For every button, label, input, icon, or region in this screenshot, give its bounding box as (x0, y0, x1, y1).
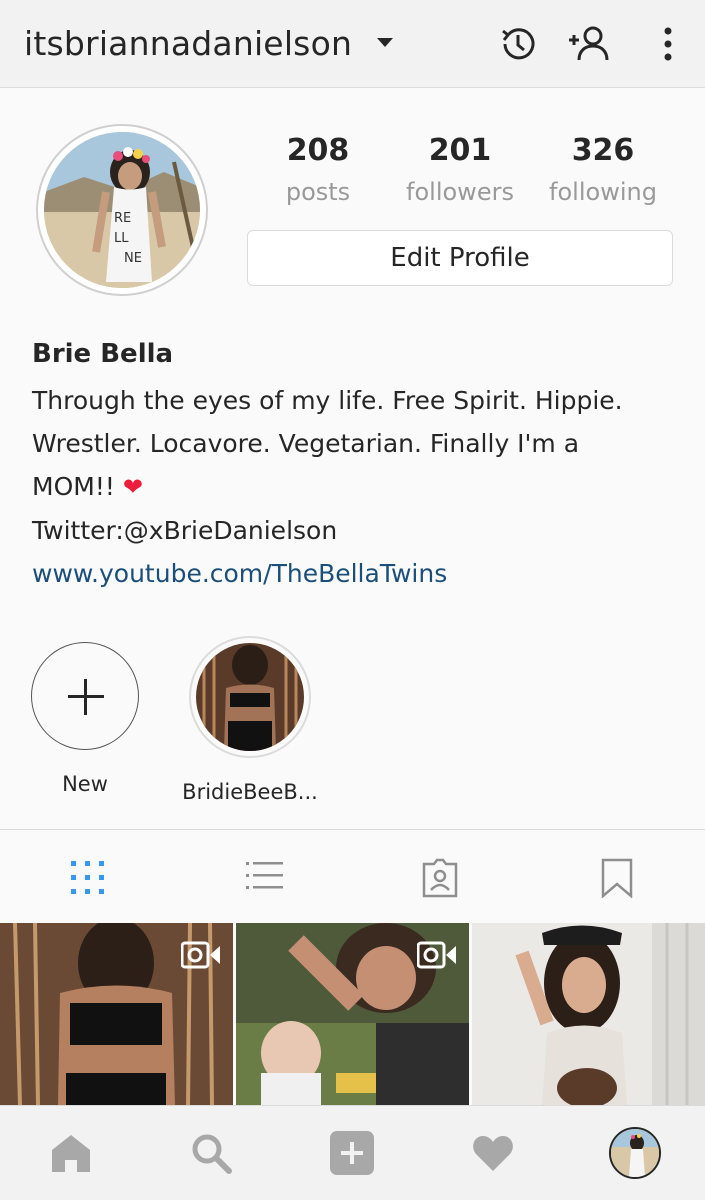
grid-photo[interactable] (236, 923, 469, 1105)
profile-name: Brie Bella (32, 339, 174, 369)
highlight-ring[interactable] (189, 636, 311, 758)
add-icon[interactable] (329, 1130, 375, 1176)
grid-photo[interactable] (0, 923, 233, 1105)
posts-label: posts (285, 178, 351, 206)
highlight-label: New (62, 772, 108, 796)
grid-photo[interactable] (472, 923, 705, 1105)
edit-profile-button[interactable]: Edit Profile (247, 230, 673, 286)
bookmark-icon[interactable] (597, 858, 637, 898)
following-count: 326 (571, 133, 635, 168)
heart-emoji: ❤ (122, 473, 143, 501)
grid-icon[interactable] (68, 858, 108, 898)
highlight-image (196, 643, 304, 751)
add-highlight-circle[interactable] (31, 642, 139, 750)
photo-image (472, 923, 705, 1105)
avatar-image: RE LL NE (44, 132, 200, 288)
followers-count: 201 (428, 133, 492, 168)
profile-avatar[interactable]: RE LL NE (36, 124, 208, 296)
username-title[interactable]: itsbriannadanielson (24, 24, 352, 63)
svg-text:LL: LL (114, 231, 129, 246)
highlight-new[interactable]: New (20, 642, 150, 796)
posts-stat[interactable]: 208 posts (248, 133, 388, 206)
heart-icon[interactable] (470, 1130, 516, 1176)
search-icon[interactable] (188, 1130, 234, 1176)
profile-tabs (0, 829, 705, 923)
video-icon (417, 941, 456, 969)
highlight-label: BridieBeeB... (182, 780, 318, 804)
more-icon[interactable] (648, 22, 692, 66)
home-icon[interactable] (48, 1130, 94, 1176)
following-label: following (549, 178, 657, 206)
profile-avatar[interactable] (609, 1127, 661, 1179)
video-icon (181, 941, 220, 969)
followers-label: followers (406, 178, 514, 206)
following-stat[interactable]: 326 following (533, 133, 673, 206)
bottom-nav (0, 1105, 705, 1200)
profile-section: RE LL NE 208 posts 201 followers 326 fol… (0, 89, 705, 829)
bio-line: Through the eyes of my life. Free Spirit… (32, 386, 623, 415)
history-icon[interactable] (496, 22, 540, 66)
avatar-image (611, 1129, 659, 1177)
bio-line: MOM!! (32, 472, 115, 501)
plus-icon (84, 679, 87, 715)
followers-stat[interactable]: 201 followers (390, 133, 530, 206)
svg-text:RE: RE (114, 211, 131, 226)
bio-line: Wrestler. Locavore. Vegetarian. Finally … (32, 429, 580, 458)
tagged-icon[interactable] (420, 858, 460, 898)
add-user-icon[interactable] (567, 22, 611, 66)
profile-bio: Through the eyes of my life. Free Spirit… (32, 379, 682, 595)
chevron-down-icon[interactable] (377, 38, 393, 47)
photo-grid (0, 923, 705, 1105)
highlight-bridiebee[interactable]: BridieBeeB... (180, 636, 320, 804)
bio-website-link[interactable]: www.youtube.com/TheBellaTwins (32, 552, 682, 595)
list-icon[interactable] (244, 858, 284, 898)
bio-twitter: Twitter:@xBrieDanielson (32, 516, 338, 545)
bio-line-with-heart: MOM!! ❤ (32, 465, 682, 509)
top-bar: itsbriannadanielson (0, 0, 705, 88)
posts-count: 208 (286, 133, 350, 168)
svg-text:NE: NE (124, 251, 142, 266)
